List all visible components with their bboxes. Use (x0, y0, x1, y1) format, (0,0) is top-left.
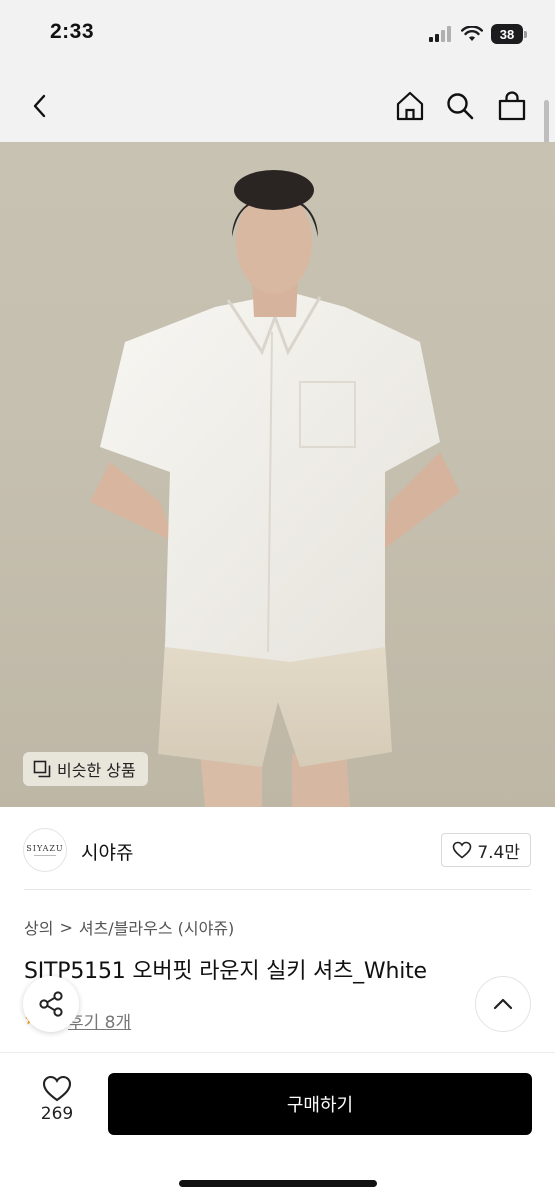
brand-row: SIYAZU 시야쥬 7.4만 (0, 808, 555, 890)
divider (24, 889, 531, 890)
cellular-signal-icon (429, 26, 451, 42)
cart-button[interactable] (490, 84, 534, 128)
home-icon (396, 91, 424, 121)
wifi-icon (461, 26, 483, 41)
brand-like-count: 7.4만 (477, 842, 520, 863)
share-icon (39, 991, 63, 1017)
chevron-up-icon (493, 998, 513, 1010)
brand-like-button[interactable]: 7.4만 (441, 833, 531, 867)
search-button[interactable] (438, 84, 482, 128)
home-button[interactable] (388, 84, 432, 128)
top-nav-bar (0, 70, 555, 142)
breadcrumb-category[interactable]: 상의 (24, 915, 53, 939)
share-button[interactable] (23, 976, 79, 1032)
brand-name[interactable]: 시야쥬 (81, 838, 133, 865)
similar-products-button[interactable]: 비슷한 상품 (23, 752, 148, 786)
model-photo (90, 170, 460, 807)
breadcrumb-subcategory[interactable]: 셔츠/블라우스 (시야쥬) (79, 915, 234, 939)
brand-logo-text: SIYAZU (26, 844, 64, 853)
status-bar: 2:33 38 (0, 0, 555, 70)
shopping-bag-icon (498, 91, 526, 121)
product-title: SITP5151 오버핏 라운지 실키 셔츠_White (24, 959, 427, 984)
breadcrumb-separator: > (59, 917, 73, 937)
home-indicator (179, 1180, 377, 1187)
status-time: 2:33 (50, 20, 95, 43)
copy-icon (33, 760, 51, 778)
wishlist-button[interactable]: 269 (30, 1075, 84, 1124)
heart-icon (42, 1075, 72, 1102)
wishlist-count: 269 (40, 1104, 74, 1124)
scroll-to-top-button[interactable] (475, 976, 531, 1032)
similar-products-label: 비슷한 상품 (57, 761, 136, 780)
status-icons: 38 (429, 24, 527, 44)
breadcrumb: 상의 > 셔츠/블라우스 (시야쥬) (24, 915, 234, 939)
buy-button[interactable]: 구매하기 (108, 1073, 532, 1135)
battery-level: 38 (491, 24, 523, 44)
back-button[interactable] (18, 84, 62, 128)
battery-icon: 38 (491, 24, 527, 44)
brand-logo[interactable]: SIYAZU (23, 828, 67, 872)
bottom-action-bar: 269 구매하기 (0, 1052, 555, 1200)
chevron-left-icon (33, 94, 46, 118)
search-icon (447, 93, 474, 120)
product-image[interactable] (0, 142, 555, 807)
heart-icon (453, 841, 472, 859)
